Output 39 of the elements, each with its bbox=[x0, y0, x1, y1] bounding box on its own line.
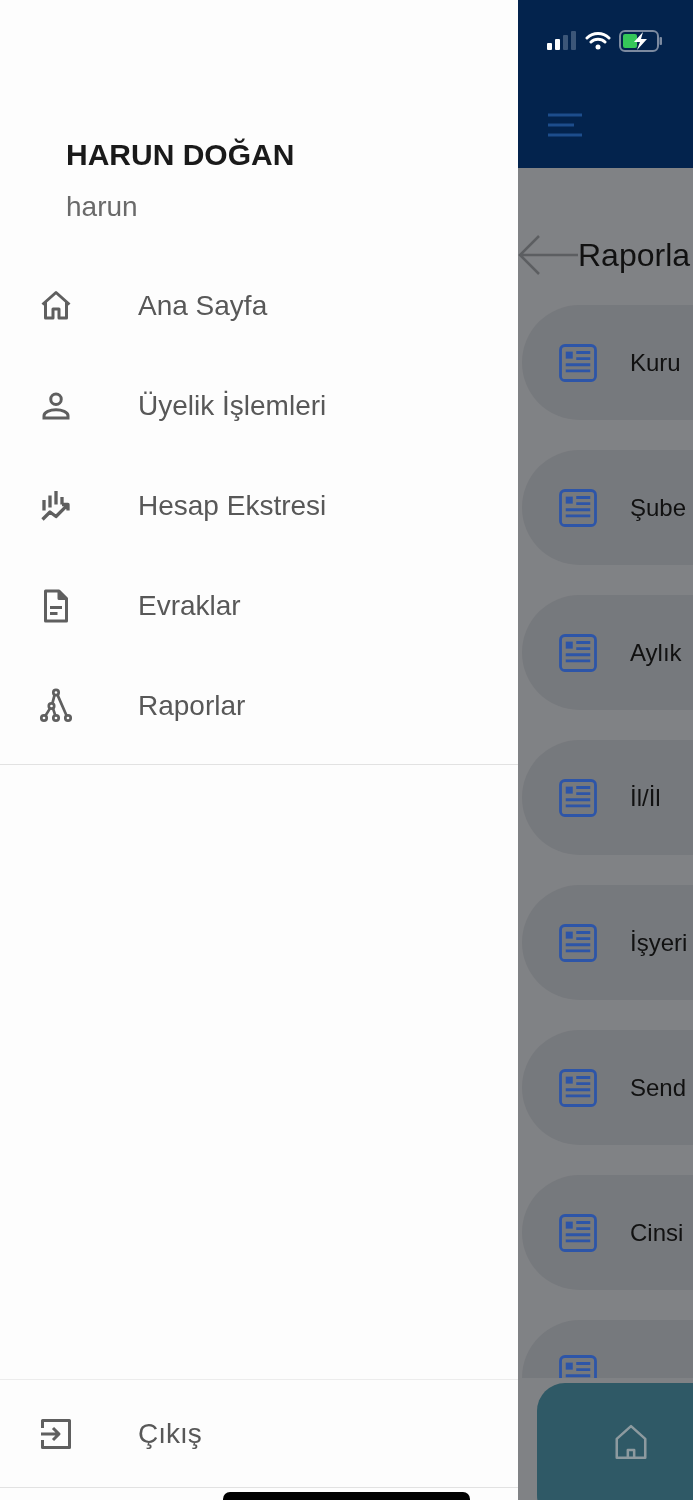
report-title: Cinsi bbox=[630, 1218, 684, 1247]
report-title: İşyeri bbox=[630, 928, 688, 957]
menu-item[interactable]: Hesap Ekstresi bbox=[0, 456, 518, 556]
report-title: Şube bbox=[630, 493, 687, 522]
page-title: Raporla bbox=[578, 236, 691, 274]
report-title: Aylık bbox=[630, 638, 682, 667]
report-card[interactable]: Cinsi bbox=[522, 1175, 693, 1290]
menu-icon[interactable] bbox=[548, 113, 582, 137]
report-title: Send bbox=[630, 1073, 687, 1102]
report-card[interactable]: Şube bbox=[522, 450, 693, 565]
menu-item[interactable]: Ana Sayfa bbox=[0, 256, 518, 356]
newspaper-icon bbox=[557, 1211, 599, 1254]
home-icon[interactable] bbox=[612, 1422, 650, 1462]
username: harun bbox=[66, 190, 138, 224]
newspaper-icon bbox=[557, 776, 599, 819]
newspaper-icon bbox=[557, 1066, 599, 1109]
menu-item[interactable]: Evraklar bbox=[0, 556, 518, 656]
tree-icon bbox=[38, 688, 74, 724]
wifi-icon bbox=[585, 31, 611, 51]
logout-item[interactable]: Çıkış bbox=[0, 1380, 518, 1487]
report-card[interactable] bbox=[522, 1320, 693, 1378]
newspaper-icon bbox=[557, 921, 599, 964]
user-name: HARUN DOĞAN bbox=[66, 137, 295, 173]
report-title: İl/İl bbox=[630, 783, 661, 812]
report-card[interactable]: Aylık bbox=[522, 595, 693, 710]
back-arrow-icon[interactable] bbox=[518, 233, 578, 277]
signal-icon bbox=[547, 31, 577, 51]
newspaper-icon bbox=[557, 1353, 599, 1378]
report-card[interactable]: Send bbox=[522, 1030, 693, 1145]
report-title: Kuru bbox=[630, 348, 681, 377]
battery-icon bbox=[619, 30, 663, 52]
report-card[interactable]: İl/İl bbox=[522, 740, 693, 855]
menu-item[interactable]: Üyelik İşlemleri bbox=[0, 356, 518, 456]
newspaper-icon bbox=[557, 486, 599, 529]
menu-item[interactable]: Raporlar bbox=[0, 656, 518, 756]
newspaper-icon bbox=[557, 631, 599, 674]
newspaper-icon bbox=[557, 341, 599, 384]
report-card[interactable]: İşyeri bbox=[522, 885, 693, 1000]
report-card[interactable]: Kuru bbox=[522, 305, 693, 420]
